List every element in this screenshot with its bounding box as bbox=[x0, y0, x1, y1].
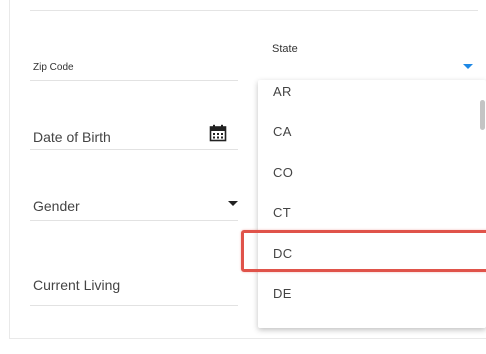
gender-label: Gender bbox=[33, 198, 80, 214]
date-of-birth-label: Date of Birth bbox=[33, 129, 111, 145]
dropdown-option-co[interactable]: CO bbox=[273, 165, 293, 180]
form-bottom-border bbox=[9, 338, 486, 339]
dropdown-option-ca[interactable]: CA bbox=[273, 124, 292, 139]
date-of-birth-underline bbox=[30, 149, 238, 150]
highlight-box bbox=[241, 230, 486, 272]
current-living-label: Current Living bbox=[33, 277, 121, 293]
chevron-down-icon[interactable] bbox=[228, 201, 238, 206]
form-left-border bbox=[9, 0, 10, 339]
chevron-down-icon[interactable] bbox=[463, 64, 473, 69]
dropdown-option-de[interactable]: DE bbox=[273, 286, 292, 301]
current-living-underline bbox=[30, 305, 238, 306]
gender-underline bbox=[30, 220, 238, 221]
zip-code-label: Zip Code bbox=[33, 62, 74, 73]
state-dropdown-menu[interactable]: AR CA CO CT DC DE bbox=[258, 80, 486, 328]
zip-code-underline bbox=[30, 80, 238, 81]
dropdown-scrollbar[interactable] bbox=[480, 100, 485, 130]
calendar-icon[interactable] bbox=[209, 124, 227, 142]
dropdown-option-ar[interactable]: AR bbox=[273, 84, 292, 99]
dropdown-option-ct[interactable]: CT bbox=[273, 205, 291, 220]
state-label: State bbox=[272, 43, 298, 55]
form-top-divider bbox=[30, 10, 478, 11]
